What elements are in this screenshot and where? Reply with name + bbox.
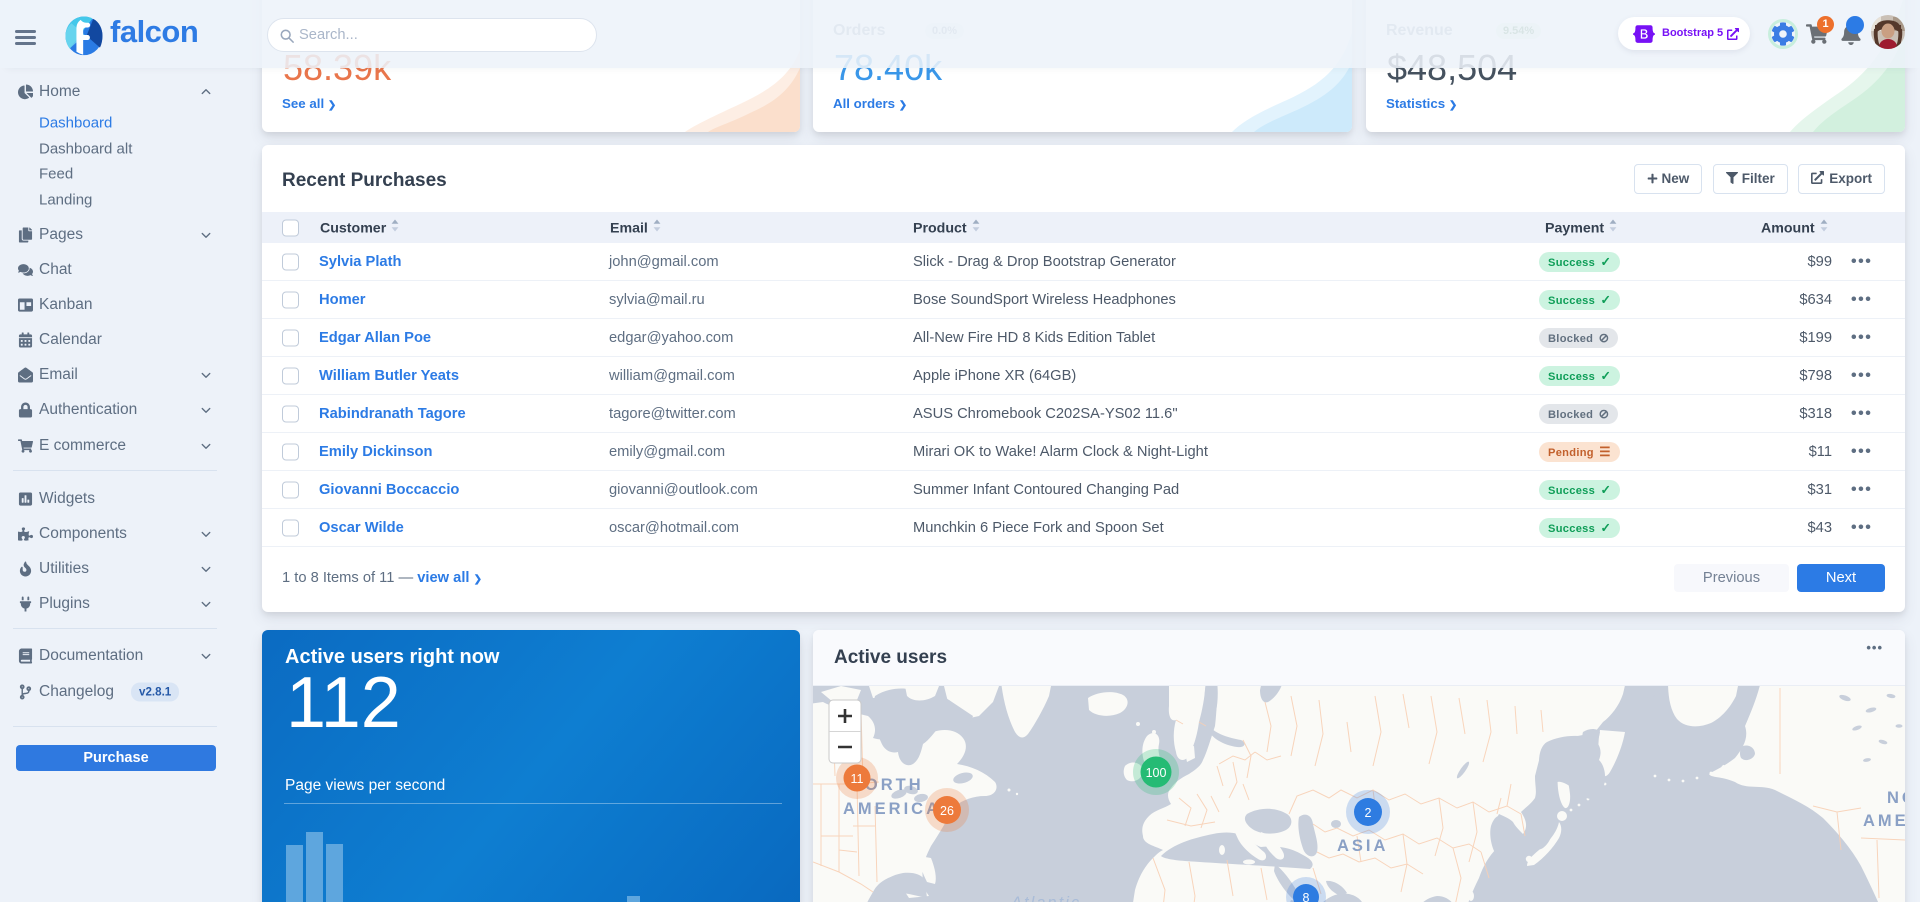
svg-text:NORTH: NORTH	[1887, 789, 1905, 807]
svg-text:AMERICA: AMERICA	[1863, 812, 1905, 830]
svg-text:ASIA: ASIA	[1337, 837, 1388, 855]
svg-text:26: 26	[940, 804, 954, 818]
svg-text:2: 2	[1365, 806, 1372, 820]
svg-text:Atlantic: Atlantic	[1010, 894, 1081, 902]
svg-text:8: 8	[1303, 891, 1310, 902]
svg-text:100: 100	[1146, 766, 1167, 780]
svg-text:11: 11	[851, 772, 864, 786]
